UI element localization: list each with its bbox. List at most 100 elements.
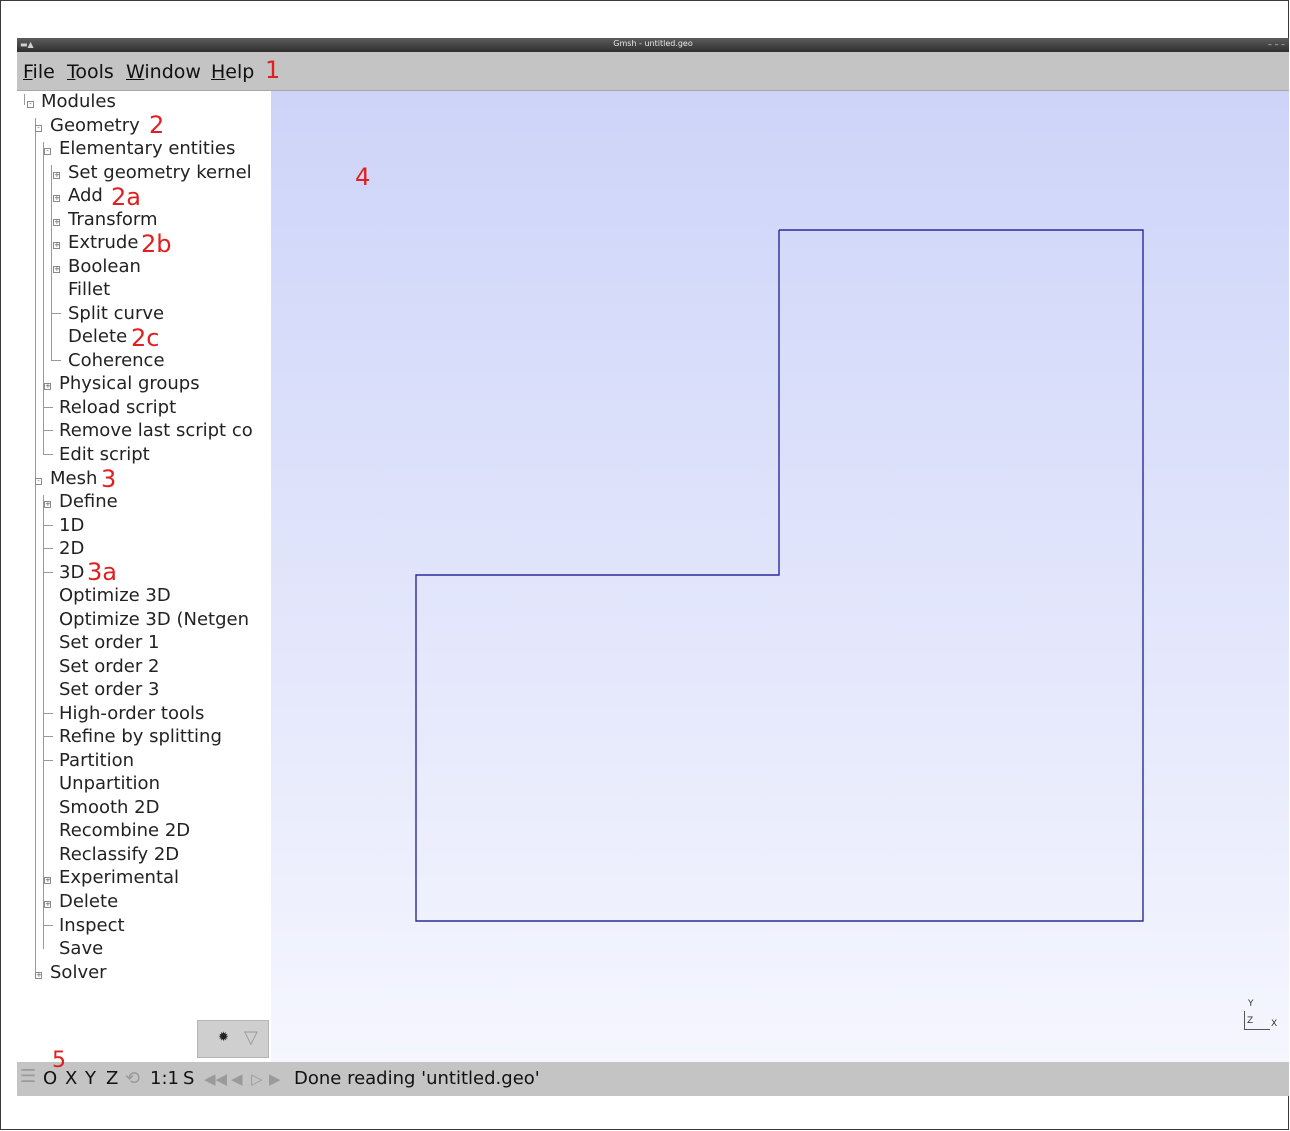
annotation-3: 3: [101, 465, 117, 493]
tree-expand-icon[interactable]: +: [44, 501, 51, 508]
first-step-icon[interactable]: ◀◀: [204, 1070, 227, 1088]
annotation-2a: 2a: [111, 183, 141, 211]
tree-expand-icon[interactable]: +: [35, 972, 42, 979]
tree-item-define[interactable]: Define: [59, 491, 118, 513]
menu-file-mnemonic: F: [23, 61, 33, 83]
tree-item-refine-by-splitting[interactable]: Refine by splitting: [59, 726, 222, 748]
tree-line: [43, 713, 53, 714]
tree-collapse-icon[interactable]: -: [44, 148, 51, 155]
window-title: Gmsh - untitled.geo: [613, 39, 693, 48]
tree-line: [51, 360, 61, 361]
menu-help[interactable]: Help: [211, 61, 254, 83]
tree-collapse-icon[interactable]: -: [35, 125, 42, 132]
status-message: Done reading 'untitled.geo': [294, 1068, 540, 1089]
tree-item-geometry[interactable]: Geometry: [50, 115, 140, 137]
tree-collapse-icon[interactable]: -: [35, 478, 42, 485]
tree-item-boolean[interactable]: Boolean: [68, 256, 141, 278]
tree-line: [43, 525, 53, 526]
graphics-viewport[interactable]: 4 Y Z X: [271, 91, 1289, 1062]
tree-item-recombine-2d[interactable]: Recombine 2D: [59, 820, 190, 842]
tree-item-reclassify-2d[interactable]: Reclassify 2D: [59, 844, 179, 866]
prev-step-icon[interactable]: ◀: [231, 1070, 243, 1088]
title-bar: ▬▲ Gmsh - untitled.geo – – –: [17, 38, 1289, 52]
menu-file[interactable]: File: [23, 61, 55, 83]
tree-line: [43, 548, 53, 549]
s-button[interactable]: S: [183, 1068, 194, 1089]
annotation-2c: 2c: [131, 324, 160, 352]
view-y-button[interactable]: Y: [85, 1068, 96, 1089]
tree-item-set-order-1[interactable]: Set order 1: [59, 632, 159, 654]
tree-item-modules[interactable]: Modules: [41, 91, 116, 113]
menu-bar: File Tools Window Help 1: [17, 52, 1289, 91]
tree-expand-icon[interactable]: +: [44, 383, 51, 390]
menu-file-label: ile: [32, 61, 55, 83]
tree-item-edit-script[interactable]: Edit script: [59, 444, 150, 466]
settings-button[interactable]: ✹ ▽: [197, 1020, 269, 1058]
tree-item-save[interactable]: Save: [59, 938, 103, 960]
tree-item-set-order-3[interactable]: Set order 3: [59, 679, 159, 701]
scale-one-button[interactable]: 1:1: [150, 1068, 179, 1089]
tree-expand-icon[interactable]: +: [53, 242, 60, 249]
tree-collapse-icon[interactable]: -: [27, 101, 34, 108]
rotate-icon[interactable]: ⟲: [125, 1068, 140, 1089]
tree-item-3d[interactable]: 3D: [59, 562, 84, 584]
tree-line: [51, 313, 61, 314]
tree-item-mesh[interactable]: Mesh: [50, 468, 97, 490]
status-bar: ☰ 5 O X Y Z ⟲ 1:1 S ◀◀ ◀ ▷ ▶ Done readin…: [17, 1050, 1289, 1096]
menu-window-mnemonic: W: [126, 61, 145, 83]
tree-item-delete-mesh[interactable]: Delete: [59, 891, 118, 913]
tree-item-solver[interactable]: Solver: [50, 962, 107, 984]
tree-item-optimize-3d[interactable]: Optimize 3D: [59, 585, 171, 607]
tree-expand-icon[interactable]: +: [53, 266, 60, 273]
tree-item-unpartition[interactable]: Unpartition: [59, 773, 160, 795]
annotation-1: 1: [265, 56, 281, 84]
tree-item-coherence[interactable]: Coherence: [68, 350, 165, 372]
tree-item-experimental[interactable]: Experimental: [59, 867, 179, 889]
tree-item-smooth-2d[interactable]: Smooth 2D: [59, 797, 160, 819]
tree-expand-icon[interactable]: +: [53, 195, 60, 202]
annotation-2b: 2b: [141, 230, 172, 258]
tree-item-physical-groups[interactable]: Physical groups: [59, 373, 200, 395]
view-z-button[interactable]: Z: [106, 1068, 118, 1089]
tree-line: [43, 572, 53, 573]
tree-item-delete-geometry[interactable]: Delete: [68, 326, 127, 348]
tree-line: [43, 760, 53, 761]
tree-expand-icon[interactable]: +: [44, 901, 51, 908]
tree-item-set-geometry-kernel[interactable]: Set geometry kernel: [68, 162, 252, 184]
tree-item-1d[interactable]: 1D: [59, 515, 84, 537]
play-icon[interactable]: ▷: [251, 1070, 263, 1088]
tree-item-high-order-tools[interactable]: High-order tools: [59, 703, 204, 725]
menu-tools-label: ools: [75, 61, 114, 83]
annotation-3a: 3a: [87, 558, 117, 586]
view-x-button[interactable]: X: [65, 1068, 77, 1089]
menu-help-mnemonic: H: [211, 61, 226, 83]
axis-z-label: Z: [1247, 1016, 1254, 1026]
tree-item-extrude[interactable]: Extrude: [68, 232, 138, 254]
tree-item-partition[interactable]: Partition: [59, 750, 134, 772]
tree-item-set-order-2[interactable]: Set order 2: [59, 656, 159, 678]
tree-item-split-curve[interactable]: Split curve: [68, 303, 164, 325]
tree-item-reload-script[interactable]: Reload script: [59, 397, 176, 419]
tree-item-inspect[interactable]: Inspect: [59, 915, 125, 937]
l-shaped-geometry-outline[interactable]: [415, 229, 1144, 922]
menu-tools[interactable]: Tools: [67, 61, 114, 83]
tree-line: [24, 94, 25, 105]
tree-item-optimize-3d-netgen[interactable]: Optimize 3D (Netgen: [59, 609, 249, 631]
module-tree: - Modules - Geometry 2 - Elementary enti…: [17, 91, 270, 1010]
tree-item-remove-last-script[interactable]: Remove last script co: [59, 420, 253, 442]
tree-item-add[interactable]: Add: [68, 185, 103, 207]
gear-icon: ✹: [218, 1030, 229, 1045]
next-step-icon[interactable]: ▶: [269, 1070, 281, 1088]
menu-help-label: elp: [225, 61, 255, 83]
menu-window[interactable]: Window: [126, 61, 201, 83]
tree-item-fillet[interactable]: Fillet: [68, 279, 110, 301]
tree-expand-icon[interactable]: +: [53, 219, 60, 226]
tree-item-transform[interactable]: Transform: [68, 209, 158, 231]
tree-item-2d[interactable]: 2D: [59, 538, 84, 560]
tree-item-elementary-entities[interactable]: Elementary entities: [59, 138, 235, 160]
tree-expand-icon[interactable]: +: [53, 172, 60, 179]
view-origin-button[interactable]: O: [43, 1068, 57, 1089]
status-log-icon[interactable]: ☰: [20, 1066, 36, 1087]
window-controls-icon[interactable]: – – –: [1268, 40, 1285, 49]
tree-expand-icon[interactable]: +: [44, 877, 51, 884]
